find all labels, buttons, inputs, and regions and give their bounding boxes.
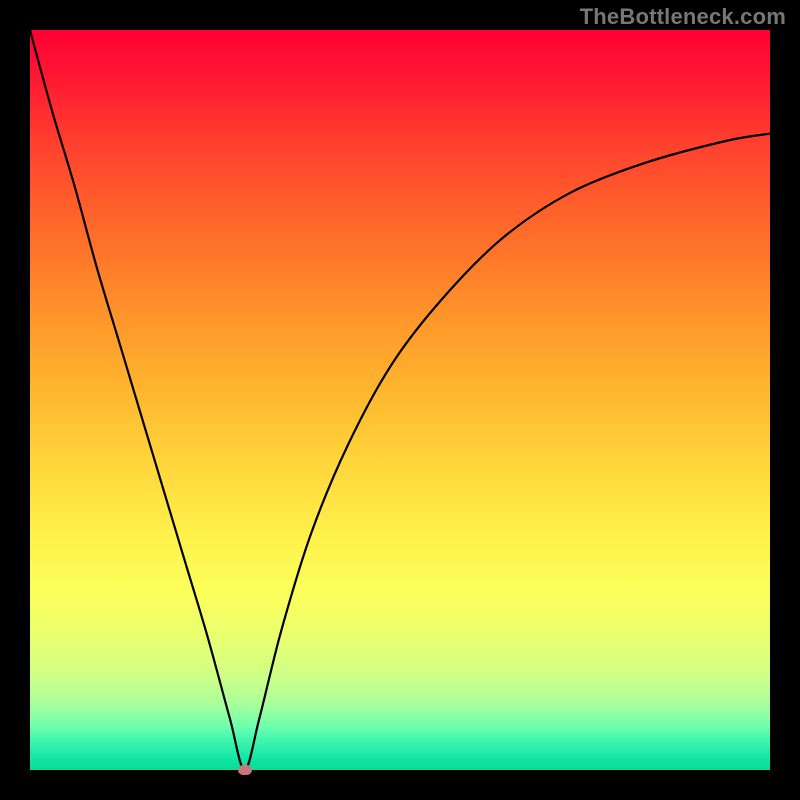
chart-frame: TheBottleneck.com [0, 0, 800, 800]
bottleneck-curve [30, 30, 770, 770]
watermark-text: TheBottleneck.com [580, 4, 786, 30]
chart-plot-area [30, 30, 770, 770]
minimum-point-marker [238, 765, 252, 775]
